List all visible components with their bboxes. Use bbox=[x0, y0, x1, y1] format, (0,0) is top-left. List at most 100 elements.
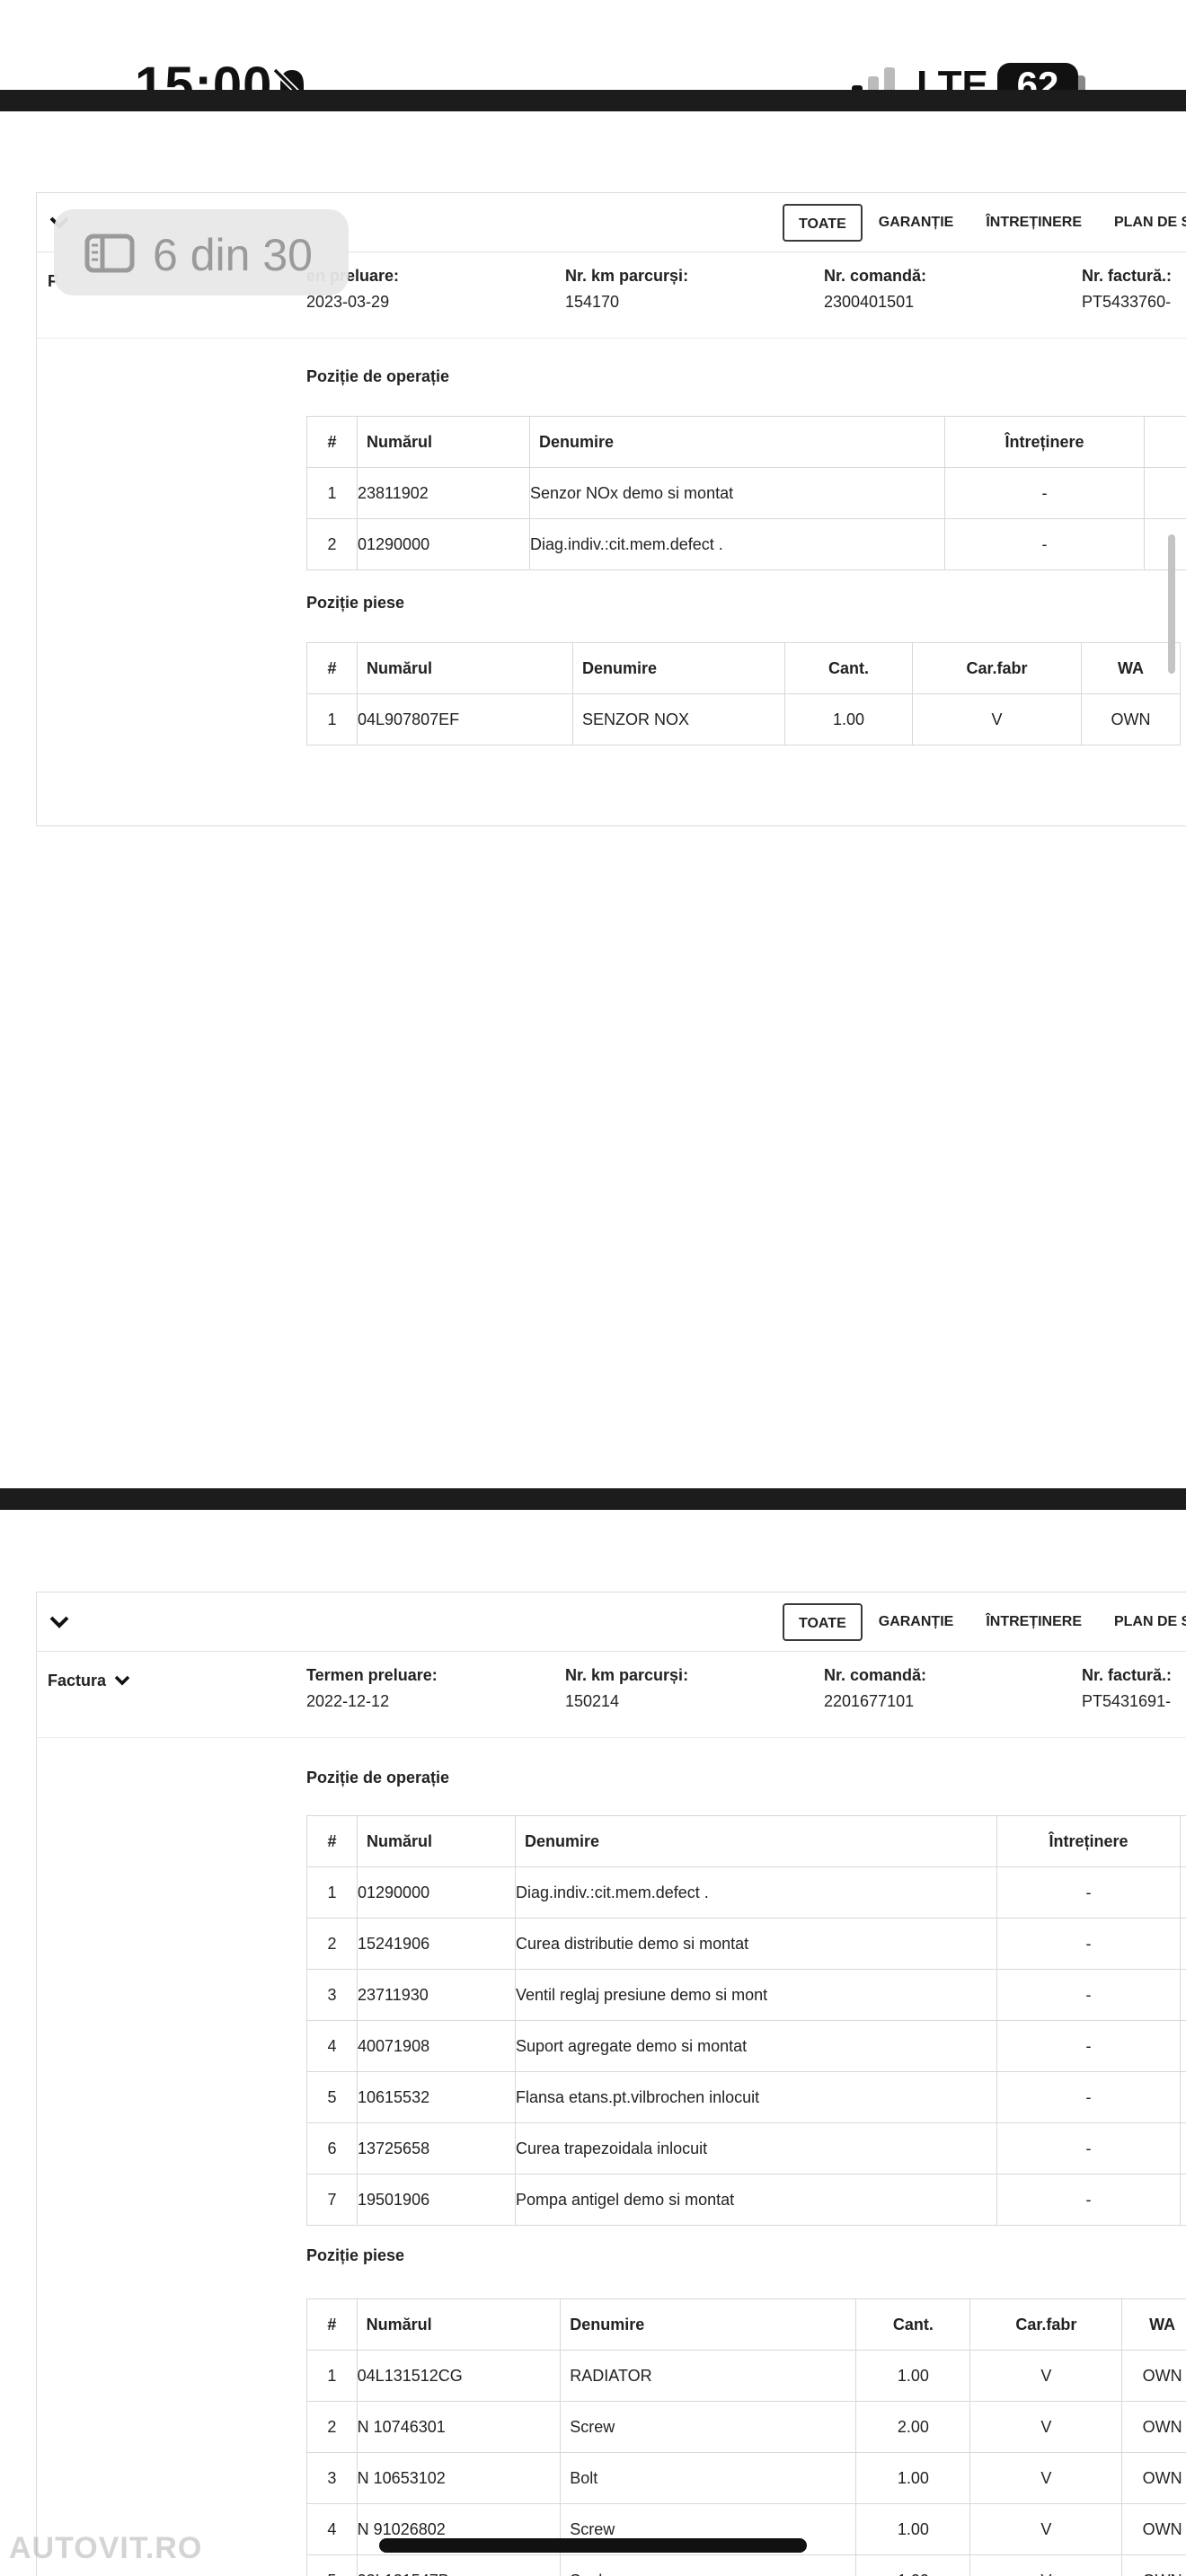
cell bbox=[1180, 1969, 1186, 2021]
cell: Suport agregate demo si montat bbox=[515, 2020, 997, 2072]
termen-value: 2023-03-29 bbox=[306, 293, 390, 311]
cell: 1 bbox=[306, 1866, 358, 1919]
km-label: Nr. km parcurși: bbox=[565, 1666, 689, 1684]
col-header: Întreținere bbox=[944, 416, 1145, 468]
sidebar-icon bbox=[84, 234, 135, 273]
cell: 2.00 bbox=[855, 2401, 971, 2453]
factura-toggle[interactable]: Factura bbox=[48, 1672, 130, 1690]
cell: - bbox=[996, 1866, 1181, 1919]
filter-tabs: TOATE GARANȚIE ÎNTREȚINERE PLAN DE SER bbox=[783, 204, 1186, 242]
factura-label: Factura bbox=[48, 1672, 107, 1689]
cell bbox=[1180, 2174, 1186, 2226]
parts-title: Poziție piese bbox=[306, 594, 405, 612]
tab-toate[interactable]: TOATE bbox=[783, 1603, 863, 1641]
col-header-extra bbox=[1180, 1815, 1186, 1867]
cell: Curea trapezoidala inlocuit bbox=[515, 2122, 997, 2175]
cell: - bbox=[996, 2122, 1181, 2175]
cell: 10615532 bbox=[357, 2071, 516, 2123]
cell bbox=[1180, 2071, 1186, 2123]
cell: 3 bbox=[306, 2452, 358, 2504]
cell: V bbox=[969, 2554, 1123, 2576]
col-header: Numărul bbox=[357, 1815, 516, 1867]
table-row: 2N 10746301 Screw 2.00 V OWN bbox=[306, 2401, 1186, 2453]
tab-garantie[interactable]: GARANȚIE bbox=[863, 204, 970, 242]
col-header: # bbox=[306, 416, 358, 468]
comanda-value: 2300401501 bbox=[824, 293, 915, 311]
col-header: Cant. bbox=[784, 642, 913, 694]
page-counter-pill[interactable]: 6 din 30 bbox=[54, 209, 349, 296]
cell: V bbox=[969, 2401, 1123, 2453]
tab-intretinere[interactable]: ÎNTREȚINERE bbox=[969, 204, 1098, 242]
table-row: 2 01290000 Diag.indiv.:cit.mem.defect . … bbox=[306, 518, 1186, 570]
parts-title: Poziție piese bbox=[306, 2246, 405, 2264]
factura-nr-value: PT5433760- bbox=[1082, 293, 1172, 311]
col-header: Denumire bbox=[515, 1815, 997, 1867]
cell: Pompa antigel demo si montat bbox=[515, 2174, 997, 2226]
table-row: 1 04L131512CG RADIATOR 1.00 V OWN bbox=[306, 2350, 1186, 2402]
table-row: 4 40071908 Suport agregate demo si montat - bbox=[306, 2020, 1186, 2072]
cell: Diag.indiv.:cit.mem.defect . bbox=[515, 1866, 997, 1919]
col-header: Numărul bbox=[357, 642, 573, 694]
cell: 23811902 bbox=[357, 467, 530, 519]
cell: 4 bbox=[306, 2020, 358, 2072]
km-value: 150214 bbox=[565, 1692, 620, 1710]
cell: 01290000 bbox=[357, 1866, 516, 1919]
cell: Diag.indiv.:cit.mem.defect . bbox=[529, 518, 945, 570]
table-row: 2 15241906 Curea distributie demo si monta… bbox=[306, 1918, 1186, 1970]
cell: - bbox=[996, 1969, 1181, 2021]
cell: Curea distributie demo si montat bbox=[515, 1918, 997, 1970]
scrollbar-thumb[interactable] bbox=[1168, 534, 1175, 674]
cell: V bbox=[969, 2452, 1123, 2504]
middle-divider-band bbox=[0, 1488, 1186, 1510]
cell: - bbox=[996, 2071, 1181, 2123]
cell: 2 bbox=[306, 1918, 358, 1970]
table-header-row: # Numărul Denumire Cant. Car.fabr WA bbox=[306, 2298, 1186, 2351]
col-header: Cant. bbox=[855, 2298, 971, 2351]
col-header: Car.fabr bbox=[969, 2298, 1123, 2351]
chevron-down-icon bbox=[114, 1675, 130, 1686]
col-header: Car.fabr bbox=[912, 642, 1082, 694]
table-row: 503L121547BSeal1.00VOWN bbox=[306, 2554, 1186, 2576]
table-row: 1 04L907807EF SENZOR NOX 1.00 V OWN bbox=[306, 693, 1181, 745]
comanda-value: 2201677101 bbox=[824, 1692, 915, 1710]
operations-table: # Numărul Denumire Întreținere 1 2381190… bbox=[306, 416, 1186, 570]
nr-factura: Nr. factură.: PT5431691- bbox=[1082, 1666, 1172, 1711]
cell: Seal bbox=[560, 2554, 857, 2576]
tab-plan-de-service[interactable]: PLAN DE SER bbox=[1098, 1603, 1186, 1641]
col-header: Denumire bbox=[572, 642, 785, 694]
col-header: # bbox=[306, 1815, 358, 1867]
cell: - bbox=[944, 518, 1145, 570]
tab-intretinere[interactable]: ÎNTREȚINERE bbox=[969, 1603, 1098, 1641]
cell: SENZOR NOX bbox=[572, 693, 785, 745]
cell: 01290000 bbox=[357, 518, 530, 570]
cell: 1.00 bbox=[855, 2350, 971, 2402]
cell: 1 bbox=[306, 693, 358, 745]
chevron-down-icon[interactable] bbox=[48, 1610, 71, 1634]
tab-toate[interactable]: TOATE bbox=[783, 204, 863, 242]
termen-value: 2022-12-12 bbox=[306, 1692, 390, 1710]
parts-table: # Numărul Denumire Cant. Car.fabr WA 1 04… bbox=[306, 2298, 1186, 2576]
cell: V bbox=[969, 2350, 1123, 2402]
tab-garantie[interactable]: GARANȚIE bbox=[863, 1603, 970, 1641]
termen-preluare: Termen preluare: 2022-12-12 bbox=[306, 1666, 438, 1711]
factura-nr-value: PT5431691- bbox=[1082, 1692, 1172, 1710]
watermark-logo: AUTOVIT.RO bbox=[9, 2531, 203, 2565]
cell: 1 bbox=[306, 2350, 358, 2402]
record-info-row: Factura Termen preluare: 2022-12-12 Nr. … bbox=[37, 1652, 1186, 1738]
nr-comanda: Nr. comandă: 2300401501 bbox=[824, 267, 926, 312]
table-header-row: # Numărul Denumire Întreținere bbox=[306, 1815, 1186, 1867]
factura-nr-label: Nr. factură.: bbox=[1082, 267, 1173, 285]
cell: 13725658 bbox=[357, 2122, 516, 2175]
cell: V bbox=[912, 693, 1082, 745]
col-header: Denumire bbox=[560, 2298, 857, 2351]
operations-title: Poziție de operație bbox=[306, 367, 450, 385]
tab-plan-de-service[interactable]: PLAN DE SER bbox=[1098, 204, 1186, 242]
home-indicator[interactable] bbox=[379, 2538, 807, 2553]
cell: 1.00 bbox=[784, 693, 913, 745]
cell: - bbox=[996, 2020, 1181, 2072]
cell: Bolt bbox=[560, 2452, 857, 2504]
col-header: Numărul bbox=[356, 2298, 562, 2351]
table-header-row: # Numărul Denumire Cant. Car.fabr WA bbox=[306, 642, 1181, 694]
cell: 15241906 bbox=[357, 1918, 516, 1970]
table-row: 3 23711930 Ventil reglaj presiune demo si … bbox=[306, 1969, 1186, 2021]
